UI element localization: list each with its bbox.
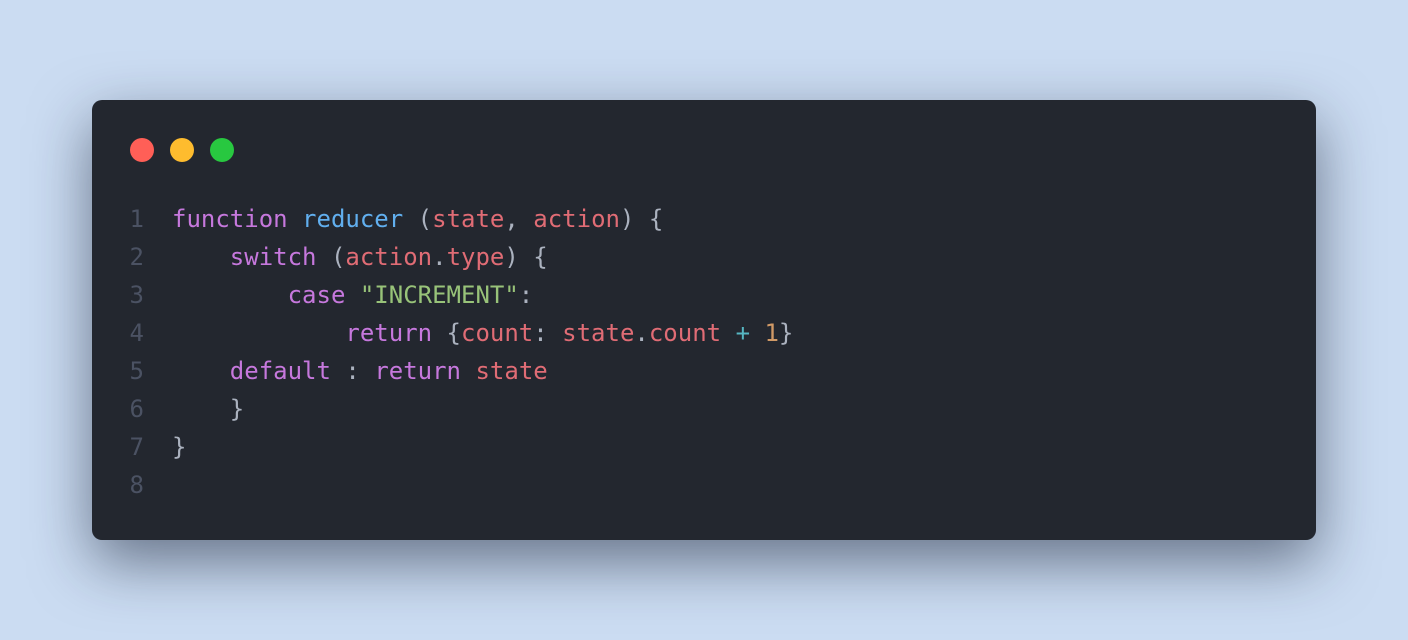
code-line-content: } bbox=[172, 390, 244, 428]
code-token-keyword: function bbox=[172, 205, 288, 233]
code-token-punct bbox=[172, 281, 288, 309]
code-line-content: default : return state bbox=[172, 352, 548, 390]
code-token-variable: state bbox=[562, 319, 635, 347]
code-token-punct: ( bbox=[316, 243, 346, 271]
code-token-variable: type bbox=[446, 243, 505, 271]
zoom-dot-icon[interactable] bbox=[210, 138, 234, 162]
code-token-punct: : bbox=[518, 281, 534, 309]
code-token-variable: state bbox=[475, 357, 548, 385]
code-token-keyword: case bbox=[287, 281, 346, 309]
code-token-punct: ) { bbox=[619, 205, 664, 233]
line-number: 4 bbox=[129, 319, 144, 347]
code-token-punct: . bbox=[634, 319, 649, 347]
line-number: 8 bbox=[129, 471, 144, 499]
code-token-variable: action bbox=[345, 243, 433, 271]
window-controls bbox=[130, 138, 234, 162]
line-number: 2 bbox=[129, 243, 144, 271]
code-token-variable: state bbox=[432, 205, 505, 233]
code-line: 6 } bbox=[92, 390, 1316, 428]
code-block: 1 function reducer (state, action) {2 swi… bbox=[92, 200, 1316, 504]
code-line-content: switch (action.type) { bbox=[172, 238, 548, 276]
code-line: 4 return {count: state.count + 1} bbox=[92, 314, 1316, 352]
code-line-content: return {count: state.count + 1} bbox=[172, 314, 793, 352]
code-token-function: reducer bbox=[302, 205, 404, 233]
code-token-operator: + bbox=[735, 319, 751, 347]
line-number: 5 bbox=[129, 357, 144, 385]
code-token-punct bbox=[172, 319, 345, 347]
close-dot-icon[interactable] bbox=[130, 138, 154, 162]
code-token-punct: ) { bbox=[504, 243, 548, 271]
line-number: 6 bbox=[129, 395, 144, 423]
code-token-punct bbox=[461, 357, 475, 385]
code-line: 5 default : return state bbox=[92, 352, 1316, 390]
code-line-content: case "INCREMENT": bbox=[172, 276, 534, 314]
code-token-punct: . bbox=[432, 243, 447, 271]
code-token-punct bbox=[721, 319, 735, 347]
code-line: 1 function reducer (state, action) { bbox=[92, 200, 1316, 238]
code-token-punct: ( bbox=[403, 205, 433, 233]
line-number: 7 bbox=[129, 433, 144, 461]
code-token-variable: count bbox=[461, 319, 534, 347]
code-token-keyword: return bbox=[345, 319, 433, 347]
code-line: 7} bbox=[92, 428, 1316, 466]
code-token-punct bbox=[172, 357, 230, 385]
code-token-number: 1 bbox=[764, 319, 779, 347]
code-token-punct bbox=[288, 205, 302, 233]
code-token-punct: } bbox=[172, 395, 245, 423]
code-token-punct: { bbox=[432, 319, 461, 347]
code-line-content: } bbox=[172, 428, 186, 466]
code-token-punct: } bbox=[172, 433, 187, 461]
code-token-punct bbox=[345, 281, 359, 309]
code-token-variable: count bbox=[648, 319, 722, 347]
code-token-punct: } bbox=[778, 319, 794, 347]
code-line: 3 case "INCREMENT": bbox=[92, 276, 1316, 314]
code-token-punct bbox=[750, 319, 764, 347]
code-token-keyword: switch bbox=[229, 243, 317, 271]
code-window: 1 function reducer (state, action) {2 swi… bbox=[92, 100, 1316, 540]
code-line: 2 switch (action.type) { bbox=[92, 238, 1316, 276]
code-token-punct: : bbox=[533, 319, 563, 347]
code-line: 8 bbox=[92, 466, 1316, 504]
minimize-dot-icon[interactable] bbox=[170, 138, 194, 162]
code-token-keyword: return bbox=[374, 357, 462, 385]
line-number: 1 bbox=[129, 205, 144, 233]
code-token-punct: , bbox=[504, 205, 534, 233]
code-line-content: function reducer (state, action) { bbox=[172, 200, 663, 238]
code-token-string: "INCREMENT" bbox=[359, 281, 519, 309]
code-token-punct: : bbox=[330, 357, 375, 385]
code-token-variable: action bbox=[533, 205, 620, 233]
code-token-punct bbox=[172, 243, 230, 271]
code-token-keyword: default bbox=[229, 357, 331, 385]
line-number: 3 bbox=[129, 281, 144, 309]
